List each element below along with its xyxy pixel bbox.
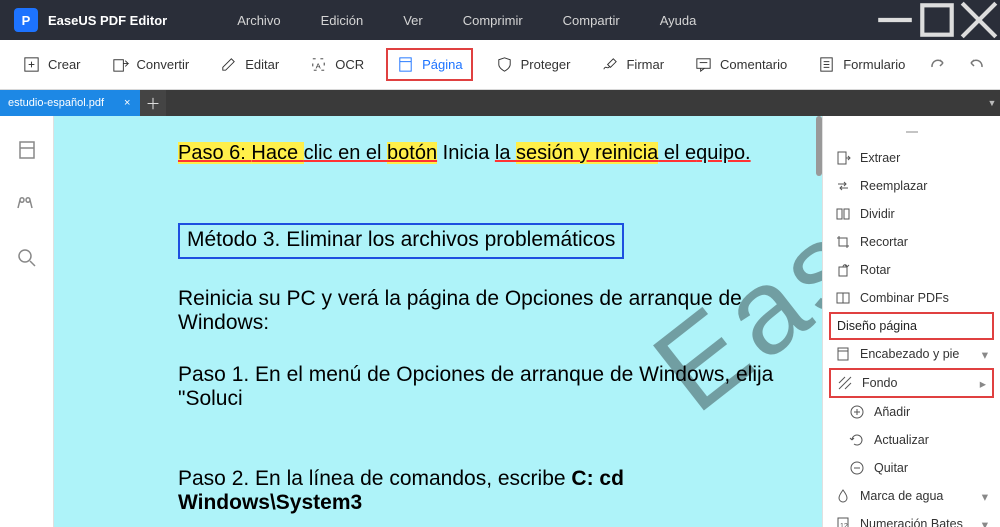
rp-anadir[interactable]: Añadir [823, 398, 1000, 426]
document-tab-bar: estudio-español.pdf × ＋ ▼ [0, 90, 1000, 116]
tool-pagina[interactable]: Página [386, 48, 472, 81]
tool-proteger[interactable]: Proteger [487, 50, 579, 79]
pdf-page: Paso 6: Hace clic en el botón Inicia la … [54, 116, 822, 527]
menu-archivo[interactable]: Archivo [237, 13, 280, 28]
rp-quitar[interactable]: Quitar [823, 454, 1000, 482]
app-title: EaseUS PDF Editor [48, 13, 167, 28]
tool-crear[interactable]: Crear [14, 50, 89, 79]
tool-convertir[interactable]: Convertir [103, 50, 198, 79]
tool-ocr[interactable]: AOCR [301, 50, 372, 79]
document-tab-label: estudio-español.pdf [8, 97, 104, 109]
panel-top-collapse[interactable] [823, 124, 1000, 144]
rp-encabezado[interactable]: Encabezado y pie▾ [823, 340, 1000, 368]
main-toolbar: Crear Convertir Editar AOCR Página Prote… [0, 40, 1000, 90]
thumbnails-icon[interactable] [15, 138, 39, 162]
left-sidebar [0, 116, 54, 527]
tool-comentario[interactable]: Comentario [686, 50, 795, 79]
window-controls [874, 0, 1000, 40]
maximize-button[interactable] [916, 0, 958, 40]
minimize-button[interactable] [874, 0, 916, 40]
document-viewport[interactable]: Paso 6: Hace clic en el botón Inicia la … [54, 116, 822, 527]
rp-fondo[interactable]: Fondo▸ [829, 368, 994, 398]
menu-compartir[interactable]: Compartir [563, 13, 620, 28]
search-icon[interactable] [15, 246, 39, 270]
rp-dividir[interactable]: Dividir [823, 200, 1000, 228]
tab-strip [166, 90, 984, 116]
toolbar-right [927, 55, 1000, 75]
chevron-down-icon: ▾ [982, 489, 988, 504]
paragraph-line3: Paso 2. En la línea de comandos, escribe… [178, 467, 798, 515]
scrollbar-thumb[interactable] [816, 116, 822, 176]
paragraph-paso6: Paso 6: Hace clic en el botón Inicia la … [178, 142, 798, 165]
redo-icon[interactable] [927, 55, 947, 75]
rp-rotar[interactable]: Rotar [823, 256, 1000, 284]
rp-combinar[interactable]: Combinar PDFs [823, 284, 1000, 312]
chevron-right-icon: ▸ [980, 376, 986, 391]
tab-overflow-icon[interactable]: ▼ [984, 90, 1000, 116]
rp-actualizar[interactable]: Actualizar [823, 426, 1000, 454]
close-button[interactable] [958, 0, 1000, 40]
svg-text:A: A [316, 61, 322, 70]
document-tab[interactable]: estudio-español.pdf × [0, 90, 140, 116]
tool-formulario[interactable]: Formulario [809, 50, 913, 79]
chevron-down-icon: ▾ [982, 517, 988, 527]
tool-firmar[interactable]: Firmar [592, 50, 672, 79]
menu-ver[interactable]: Ver [403, 13, 423, 28]
title-bar: P EaseUS PDF Editor Archivo Edición Ver … [0, 0, 1000, 40]
app-logo-icon: P [14, 8, 38, 32]
rp-extraer[interactable]: Extraer [823, 144, 1000, 172]
undo-icon[interactable] [967, 55, 987, 75]
menu-comprimir[interactable]: Comprimir [463, 13, 523, 28]
rp-reemplazar[interactable]: Reemplazar [823, 172, 1000, 200]
rp-numeracion[interactable]: 12Numeración Bates▾ [823, 510, 1000, 527]
heading-method3: Método 3. Eliminar los archivos problemá… [178, 223, 624, 259]
svg-text:12: 12 [840, 523, 848, 527]
close-tab-icon[interactable]: × [124, 97, 130, 109]
tool-editar[interactable]: Editar [211, 50, 287, 79]
menu-edicion[interactable]: Edición [321, 13, 364, 28]
add-tab-button[interactable]: ＋ [140, 90, 166, 116]
rp-section-diseno: Diseño página [829, 312, 994, 340]
rp-recortar[interactable]: Recortar [823, 228, 1000, 256]
chevron-down-icon: ▾ [982, 347, 988, 362]
right-panel: Extraer Reemplazar Dividir Recortar Rota… [822, 116, 1000, 527]
menu-ayuda[interactable]: Ayuda [660, 13, 697, 28]
tag-icon[interactable] [15, 192, 39, 216]
rp-marca-agua[interactable]: Marca de agua▾ [823, 482, 1000, 510]
main-menu: Archivo Edición Ver Comprimir Compartir … [237, 13, 696, 28]
